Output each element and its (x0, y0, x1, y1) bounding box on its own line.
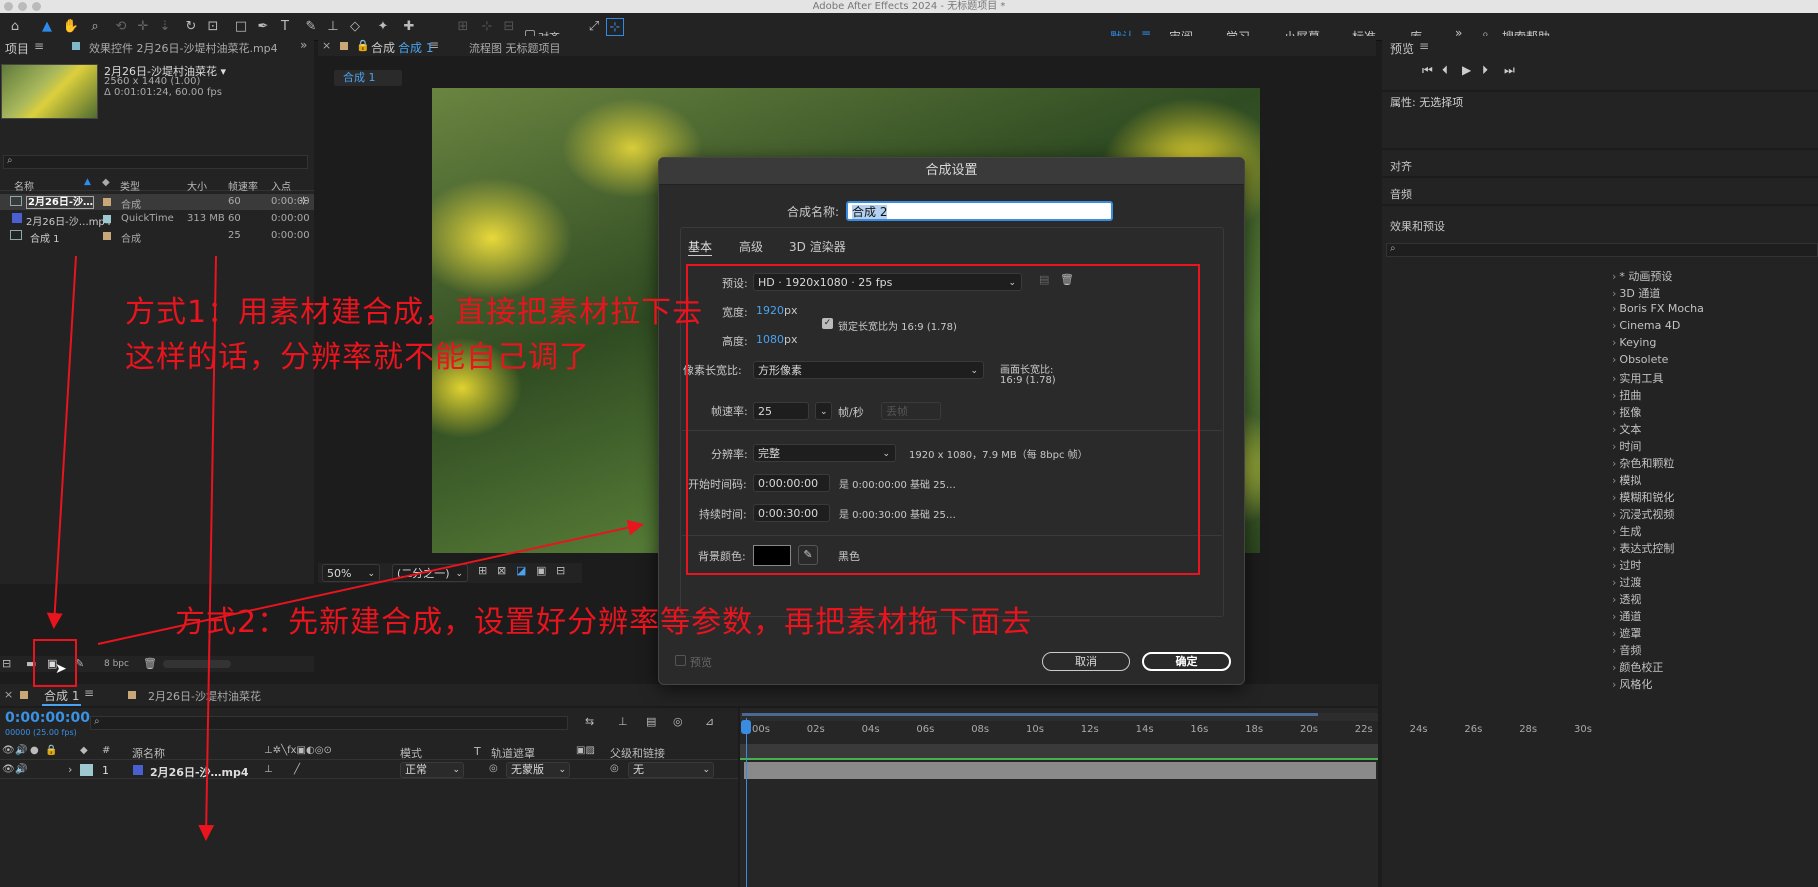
annotation-arrows (46, 255, 644, 841)
arrow-to-timeline (198, 255, 217, 841)
arrow-to-dialog (97, 519, 644, 645)
mouse-cursor-icon: ➤ (55, 661, 67, 677)
arrow-to-new-comp (46, 255, 77, 629)
